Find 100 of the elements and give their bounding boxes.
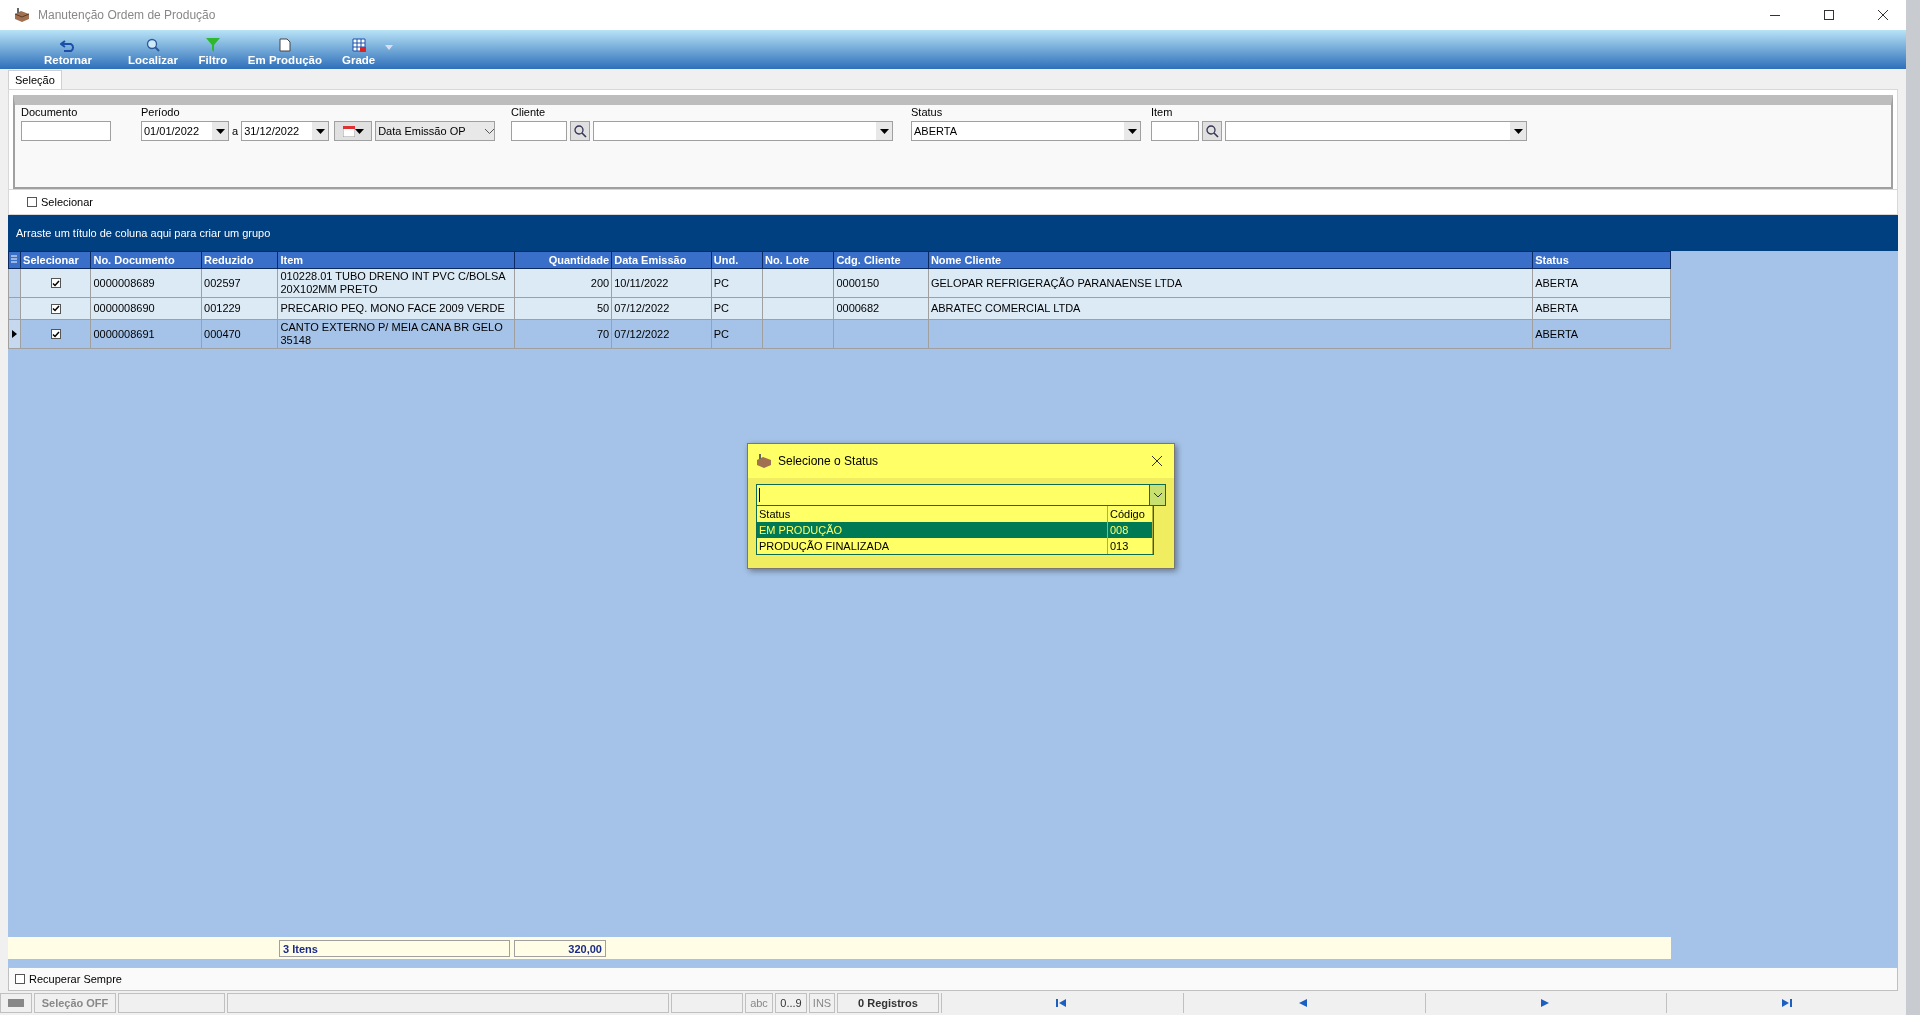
list-icon: [11, 255, 17, 264]
column-header[interactable]: Und.: [711, 251, 763, 269]
status-combo-field[interactable]: [756, 484, 1166, 506]
next-icon: [1540, 999, 1549, 1007]
table-cell: CANTO EXTERNO P/ MEIA CANA BR GELO 35148: [277, 319, 515, 349]
field-label: Cliente: [511, 106, 547, 120]
row-indicator[interactable]: [8, 268, 21, 298]
table-cell: GELOPAR REFRIGERAÇÃO PARANAENSE LTDA: [928, 268, 1533, 298]
quantity-total: 320,00: [514, 939, 606, 957]
toolbar-button[interactable]: Grade: [332, 38, 386, 66]
table-cell: 10/11/2022: [611, 268, 712, 298]
table-cell: [762, 268, 834, 298]
document-field[interactable]: [21, 121, 111, 141]
first-icon: [1056, 999, 1067, 1007]
current-row-icon: [12, 330, 18, 338]
row-indicator[interactable]: [8, 319, 21, 349]
dropdown-arrow-icon: [315, 128, 325, 134]
minimize-icon: [1770, 14, 1780, 16]
field-label: Status: [911, 106, 944, 120]
checkbox[interactable]: [27, 197, 37, 207]
filter-icon: [205, 38, 220, 52]
abc-indicator: abc: [745, 993, 773, 1013]
window-title: Manutenção Ordem de Produção: [38, 8, 217, 22]
ins-indicator: INS: [809, 993, 835, 1013]
check-icon: [51, 279, 60, 287]
item-code-field[interactable]: [1151, 121, 1199, 141]
search-button[interactable]: [1202, 121, 1222, 141]
dropdown-arrow-icon: [215, 128, 225, 134]
field-label: Documento: [21, 106, 79, 120]
table-cell: 200: [514, 268, 612, 298]
dropdown-arrow-icon: [354, 128, 364, 134]
chevron-down-icon: [485, 128, 495, 134]
table-cell: 002597: [201, 268, 278, 298]
column-header[interactable]: Item: [277, 251, 515, 269]
column-header[interactable]: Cdg. Cliente: [833, 251, 929, 269]
chevron-down-icon: [1153, 492, 1162, 498]
table-cell: 70: [514, 319, 612, 349]
table-cell: 0000150: [833, 268, 929, 298]
column-header[interactable]: Data Emissão: [611, 251, 712, 269]
table-cell: 0000008691: [90, 319, 202, 349]
client-code-field[interactable]: [511, 121, 567, 141]
checkbox[interactable]: [15, 974, 25, 984]
checkbox[interactable]: [50, 329, 61, 339]
selection-status: Seleção OFF: [34, 993, 116, 1013]
dropdown-arrow-icon: [1127, 128, 1137, 134]
column-chooser-header[interactable]: [8, 251, 21, 269]
checkbox-label: Recuperar Sempre: [29, 973, 122, 985]
close-icon: [1152, 456, 1162, 466]
table-cell: [762, 319, 834, 349]
last-icon: [1781, 999, 1792, 1007]
date-to-field[interactable]: 31/12/2022: [241, 121, 330, 141]
column-header[interactable]: Selecionar: [20, 251, 91, 269]
search-button[interactable]: [570, 121, 590, 141]
table-cell: ABERTA: [1532, 297, 1671, 320]
column-header[interactable]: Quantidade: [514, 251, 612, 269]
table-cell: 010228.01 TUBO DRENO INT PVC C/BOLSA 20X102MM PRETO: [277, 268, 515, 298]
keyboard-icon: [0, 993, 32, 1013]
item-count: 3 Itens: [279, 939, 510, 957]
grid-icon: [351, 38, 366, 52]
search-icon: [1205, 124, 1219, 138]
column-header[interactable]: Nome Cliente: [928, 251, 1533, 269]
column-header[interactable]: No. Lote: [762, 251, 834, 269]
search-icon: [145, 38, 160, 52]
table-cell: 07/12/2022: [611, 319, 712, 349]
toolbar-button[interactable]: Filtro: [187, 38, 238, 66]
tab[interactable]: Seleção: [8, 70, 62, 89]
status-dropdown[interactable]: ABERTA: [911, 121, 1141, 141]
dropdown-arrow-icon: [879, 128, 889, 134]
toolbar-button[interactable]: Em Produção: [237, 38, 332, 66]
check-icon: [51, 330, 60, 338]
group-hint: Arraste um título de coluna aqui para criar um grupo: [16, 227, 271, 239]
date-type-dropdown[interactable]: Data Emissão OP: [375, 121, 496, 141]
field-label: Período: [141, 106, 181, 120]
calendar-button[interactable]: [334, 121, 373, 141]
table-cell: 000470: [201, 319, 278, 349]
return-arrow-icon: [60, 40, 76, 52]
dropdown-arrow-icon: [1513, 128, 1523, 134]
checkbox[interactable]: [50, 303, 61, 314]
dropdown-arrow-icon[interactable]: [385, 45, 394, 50]
record-count: 0 Registros: [837, 993, 939, 1013]
maximize-icon: [1824, 10, 1834, 20]
previous-icon: [1299, 999, 1308, 1007]
checkbox-label: Selecionar: [41, 196, 93, 208]
checkbox[interactable]: [50, 278, 61, 288]
status-panel: [671, 993, 743, 1013]
table-cell: 0000008689: [90, 268, 202, 298]
digits-indicator: 0...9: [775, 993, 807, 1013]
toolbar-button[interactable]: Retornar: [18, 40, 118, 66]
status-option[interactable]: EM PRODUÇÃO 008: [757, 522, 1153, 538]
date-from-field[interactable]: 01/01/2022: [141, 121, 229, 141]
search-icon: [573, 124, 587, 138]
column-header[interactable]: Status: [1532, 251, 1671, 269]
column-header[interactable]: No. Documento: [90, 251, 202, 269]
close-icon: [1878, 10, 1888, 20]
column-header[interactable]: Reduzido: [201, 251, 278, 269]
calendar-icon: [342, 125, 355, 137]
status-option[interactable]: PRODUÇÃO FINALIZADA 013: [757, 538, 1153, 554]
table-cell: ABERTA: [1532, 319, 1671, 349]
toolbar-button[interactable]: Localizar: [118, 38, 188, 66]
app-icon: [756, 454, 772, 468]
